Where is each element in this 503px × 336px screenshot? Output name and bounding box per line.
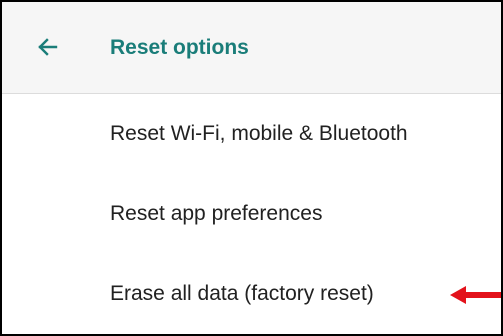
back-button[interactable] (32, 31, 64, 63)
factory-reset-item[interactable]: Erase all data (factory reset) (2, 254, 501, 334)
reset-app-preferences-item[interactable]: Reset app preferences (2, 174, 501, 254)
red-arrow-icon (450, 285, 501, 305)
arrow-left-icon (32, 31, 64, 63)
list-item-label: Reset app preferences (110, 202, 323, 225)
screenshot-frame: Reset options Reset Wi-Fi, mobile & Blue… (0, 0, 503, 336)
reset-options-list: Reset Wi-Fi, mobile & Bluetooth Reset ap… (2, 94, 501, 334)
reset-network-settings-item[interactable]: Reset Wi-Fi, mobile & Bluetooth (2, 94, 501, 174)
app-bar: Reset options (2, 2, 501, 94)
page-title: Reset options (110, 36, 249, 59)
list-item-label: Erase all data (factory reset) (110, 282, 374, 305)
list-item-label: Reset Wi-Fi, mobile & Bluetooth (110, 122, 408, 145)
